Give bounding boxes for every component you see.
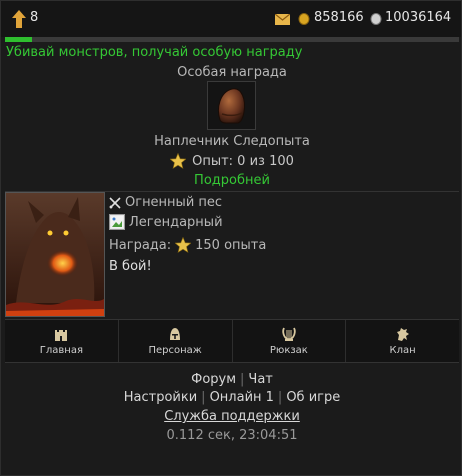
about-link[interactable]: Об игре: [286, 390, 340, 405]
lyre-icon: [282, 327, 296, 341]
rarity-image-icon: [109, 214, 125, 230]
star-icon: [170, 153, 187, 169]
monster-portrait[interactable]: [5, 192, 105, 317]
experience-bar: [5, 37, 459, 42]
nav-label-character: Персонаж: [148, 345, 202, 356]
footer-links-row-1: Форум | Чат: [1, 372, 462, 387]
monster-rarity: Легендарный: [129, 214, 223, 230]
game-screen: 8 858166 10036164 Убивай монстров, получ…: [0, 0, 462, 476]
reward-item-image[interactable]: [207, 81, 256, 130]
reward-heading: Особая награда: [177, 65, 287, 80]
quest-title-link[interactable]: Убивай монстров, получай особую награду: [6, 45, 302, 60]
mail-icon[interactable]: [275, 14, 290, 25]
nav-label-backpack: Рюкзак: [269, 345, 308, 356]
nav-item-clan[interactable]: Клан: [346, 320, 459, 362]
top-status-bar: 8 858166 10036164: [1, 1, 461, 37]
gold-coin-icon: [298, 13, 310, 25]
monster-rarity-row: Легендарный: [109, 214, 223, 230]
fight-link[interactable]: В бой!: [109, 259, 152, 274]
silver-coin-icon: [370, 13, 382, 25]
support-link[interactable]: Служба поддержки: [1, 409, 462, 424]
monster-name-row: Огненный пес: [109, 195, 222, 210]
fire-hound-image: [6, 193, 104, 316]
nav-item-character[interactable]: Персонаж: [119, 320, 233, 362]
gold-amount: 858166: [314, 10, 364, 25]
settings-link[interactable]: Настройки: [124, 390, 197, 405]
castle-icon: [55, 330, 68, 341]
footer-links-row-2: Настройки | Онлайн 1 | Об игре: [1, 390, 462, 405]
quest-xp-progress: Опыт: 0 из 100: [1, 153, 462, 173]
separator: |: [201, 390, 206, 405]
silver-amount: 10036164: [385, 10, 452, 25]
separator: |: [277, 390, 283, 405]
chat-link[interactable]: Чат: [248, 372, 272, 387]
monster-reward-row: Награда: 150 опыта: [109, 237, 266, 253]
star-icon: [175, 237, 192, 253]
forum-link[interactable]: Форум: [191, 372, 236, 387]
reward-item-name: Наплечник Следопыта: [154, 134, 310, 149]
lion-icon: [396, 328, 409, 341]
page-timing: 0.112 сек, 23:04:51: [166, 428, 298, 443]
level-up-arrow-icon: [12, 10, 26, 28]
details-link[interactable]: Подробней: [1, 173, 462, 188]
quest-xp-text: Опыт: 0 из 100: [192, 153, 294, 169]
bottom-navigation: Главная Персонаж Рюкзак Клан: [5, 319, 459, 363]
player-level: 8: [30, 10, 39, 25]
nav-label-home: Главная: [39, 345, 83, 356]
monster-reward-value: 150 опыта: [195, 237, 267, 253]
nav-item-home[interactable]: Главная: [5, 320, 119, 362]
monster-name[interactable]: Огненный пес: [125, 195, 222, 210]
shoulder-pad-icon: [218, 88, 245, 124]
nav-label-clan: Клан: [389, 345, 416, 356]
nav-item-backpack[interactable]: Рюкзак: [233, 320, 347, 362]
online-link[interactable]: Онлайн 1: [210, 390, 274, 405]
separator: |: [240, 372, 245, 387]
monster-reward-label: Награда:: [109, 237, 172, 253]
crossed-swords-icon: [109, 196, 121, 209]
helmet-icon: [170, 328, 181, 340]
experience-bar-fill: [5, 37, 33, 42]
